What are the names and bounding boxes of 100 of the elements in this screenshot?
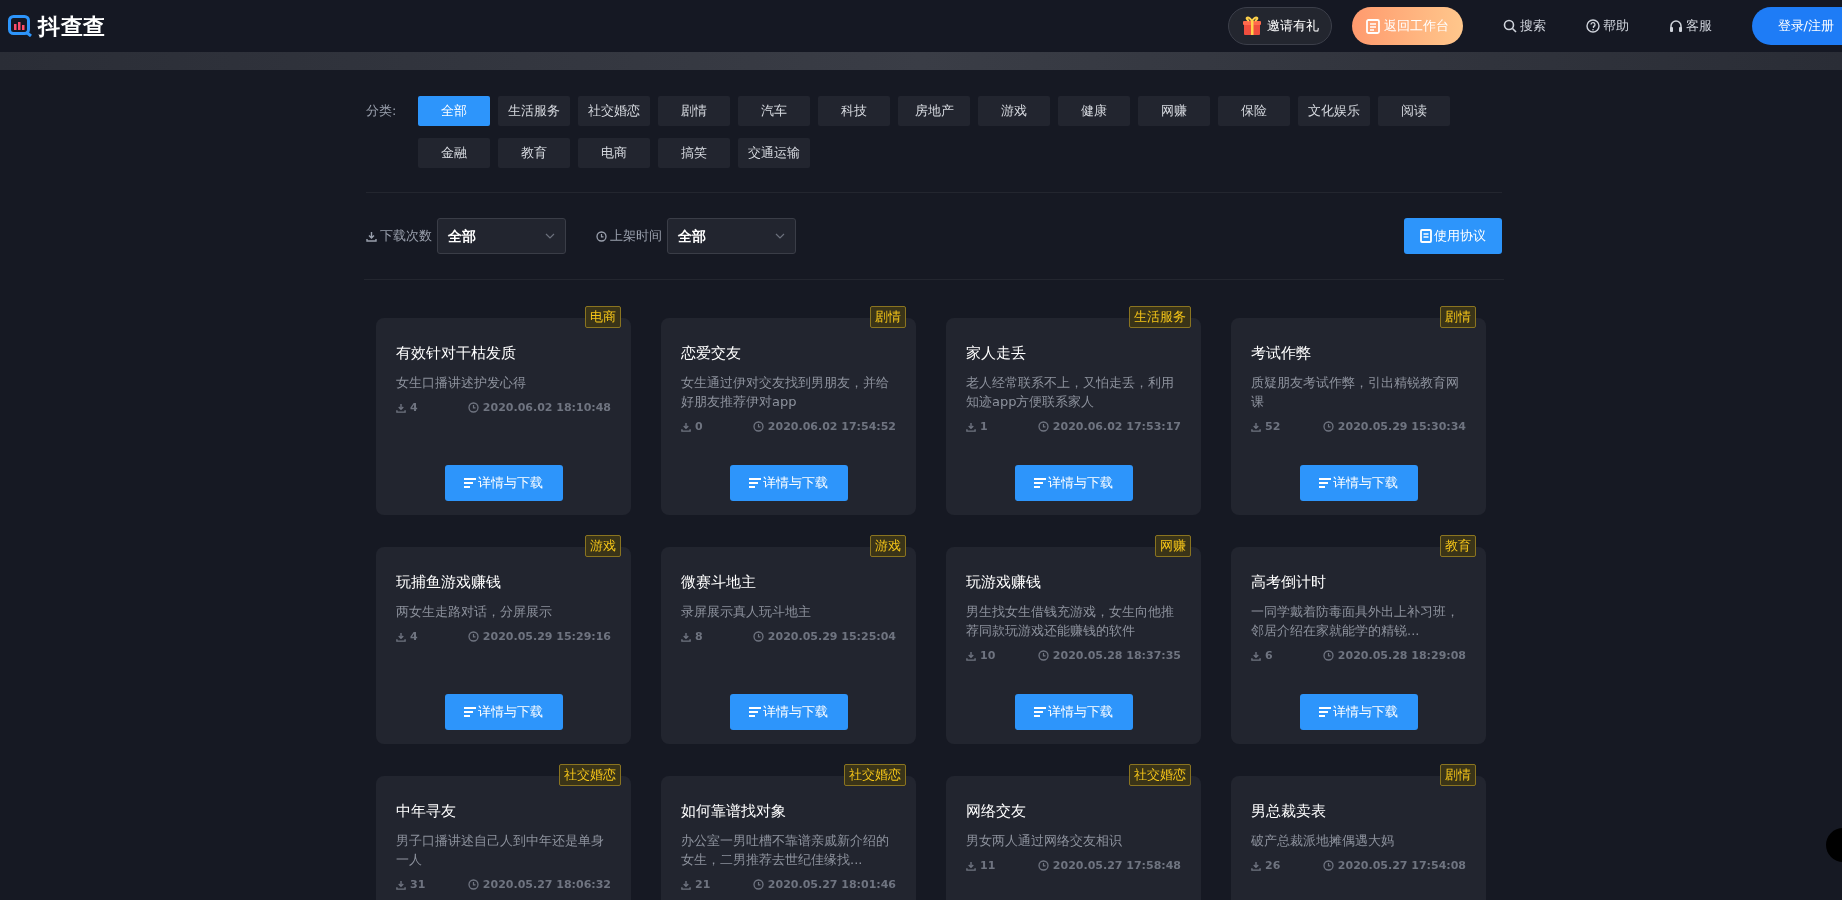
category-tag: 社交婚恋	[844, 764, 906, 786]
help-link[interactable]: 帮助	[1585, 16, 1629, 36]
filter-select[interactable]: 全部	[667, 218, 796, 254]
gift-icon	[1240, 15, 1263, 37]
logo-icon	[8, 15, 32, 37]
download-icon	[966, 650, 976, 661]
download-icon	[366, 230, 377, 242]
category-tag: 游戏	[870, 535, 906, 557]
download-count: 1	[980, 418, 988, 435]
upload-time: 2020.05.29 15:29:16	[482, 628, 611, 645]
category-tab[interactable]: 科技	[818, 96, 890, 126]
category-tab[interactable]: 房地产	[898, 96, 970, 126]
download-count: 31	[410, 876, 426, 893]
card-title: 男总裁卖表	[1251, 801, 1327, 822]
search-link[interactable]: 搜索	[1502, 16, 1546, 36]
category-tag: 社交婚恋	[1129, 764, 1191, 786]
download-icon	[1251, 650, 1261, 661]
clock-icon	[1322, 860, 1334, 872]
card-description: 办公室一男吐槽不靠谱亲戚新介绍的女生，二男推荐去世纪佳缘找...	[681, 831, 890, 869]
card-title: 如何靠谱找对象	[681, 801, 787, 822]
download-count: 0	[695, 418, 703, 435]
clock-icon	[1037, 421, 1049, 433]
category-tab[interactable]: 阅读	[1378, 96, 1450, 126]
category-tab[interactable]: 文化娱乐	[1298, 96, 1370, 126]
download-icon	[396, 402, 406, 413]
download-icon	[1251, 860, 1261, 871]
category-tab[interactable]: 社交婚恋	[578, 96, 650, 126]
download-icon	[966, 860, 976, 871]
category-tab[interactable]: 电商	[578, 138, 650, 168]
category-tab[interactable]: 汽车	[738, 96, 810, 126]
headset-icon	[1668, 19, 1683, 33]
card-title: 网络交友	[966, 801, 1027, 822]
category-tag: 剧情	[1440, 306, 1476, 328]
list-icon	[749, 707, 761, 717]
download-icon	[681, 421, 691, 432]
card-description: 一同学戴着防毒面具外出上补习班，邻居介绍在家就能学的精锐...	[1251, 602, 1460, 640]
card-description: 女生口播讲述护发心得	[396, 373, 527, 392]
filter-label: 上架时间	[610, 227, 662, 246]
list-icon	[1319, 707, 1331, 717]
upload-time: 2020.05.28 18:29:08	[1337, 647, 1466, 664]
category-tag: 网赚	[1155, 535, 1191, 557]
invite-button[interactable]: 邀请有礼	[1227, 7, 1332, 45]
clock-icon	[1037, 860, 1049, 872]
category-tag: 电商	[585, 306, 621, 328]
download-count: 8	[695, 628, 703, 645]
clock-icon	[467, 879, 479, 891]
upload-time: 2020.05.27 17:58:48	[1052, 857, 1181, 874]
category-tag: 生活服务	[1129, 306, 1191, 328]
clock-icon	[467, 631, 479, 643]
download-icon	[396, 631, 406, 642]
category-tab[interactable]: 教育	[498, 138, 570, 168]
logo-text: 抖查查	[38, 12, 106, 41]
clock-icon	[1322, 421, 1334, 433]
document-icon	[1420, 229, 1432, 243]
category-tab[interactable]: 游戏	[978, 96, 1050, 126]
category-tab[interactable]: 剧情	[658, 96, 730, 126]
clock-icon	[596, 230, 607, 242]
clock-icon	[467, 402, 479, 414]
card-title: 玩捕鱼游戏赚钱	[396, 572, 502, 593]
list-icon	[749, 478, 761, 488]
upload-time: 2020.06.02 17:53:17	[1052, 418, 1181, 435]
card-title: 微赛斗地主	[681, 572, 757, 593]
chevron-down-icon	[545, 233, 555, 239]
category-tab[interactable]: 网赚	[1138, 96, 1210, 126]
category-tab[interactable]: 金融	[418, 138, 490, 168]
card-title: 中年寻友	[396, 801, 457, 822]
download-count: 52	[1265, 418, 1281, 435]
category-tab[interactable]: 交通运输	[738, 138, 810, 168]
filter-label: 下载次数	[380, 227, 432, 246]
category-tab[interactable]: 健康	[1058, 96, 1130, 126]
service-link[interactable]: 客服	[1668, 16, 1712, 36]
filter-select[interactable]: 全部	[437, 218, 566, 254]
list-icon	[464, 478, 476, 488]
card-description: 男子口播讲述自己人到中年还是单身一人	[396, 831, 605, 869]
login-button[interactable]: 登录/注册	[1751, 7, 1842, 45]
document-icon	[1365, 18, 1380, 34]
card-description: 录屏展示真人玩斗地主	[681, 602, 812, 621]
category-tag: 剧情	[870, 306, 906, 328]
card-description: 破产总裁派地摊偶遇大妈	[1251, 831, 1395, 850]
category-tag: 游戏	[585, 535, 621, 557]
category-tab[interactable]: 生活服务	[498, 96, 570, 126]
upload-time: 2020.05.27 18:01:46	[767, 876, 896, 893]
download-count: 4	[410, 628, 418, 645]
card-description: 男女两人通过网络交友相识	[966, 831, 1123, 850]
category-tab[interactable]: 搞笑	[658, 138, 730, 168]
list-icon	[464, 707, 476, 717]
download-icon	[396, 879, 406, 890]
list-icon	[1319, 478, 1331, 488]
download-count: 26	[1265, 857, 1281, 874]
upload-time: 2020.06.02 18:10:48	[482, 399, 611, 416]
category-tag: 教育	[1440, 535, 1476, 557]
card-description: 质疑朋友考试作弊，引出精锐教育网课	[1251, 373, 1460, 411]
category-tag: 剧情	[1440, 764, 1476, 786]
upload-time: 2020.06.02 17:54:52	[767, 418, 896, 435]
search-icon	[1502, 19, 1517, 33]
download-count: 11	[980, 857, 996, 874]
upload-time: 2020.05.29 15:30:34	[1337, 418, 1466, 435]
category-tab[interactable]: 保险	[1218, 96, 1290, 126]
clock-icon	[752, 421, 764, 433]
card-title: 有效针对干枯发质	[396, 343, 517, 364]
